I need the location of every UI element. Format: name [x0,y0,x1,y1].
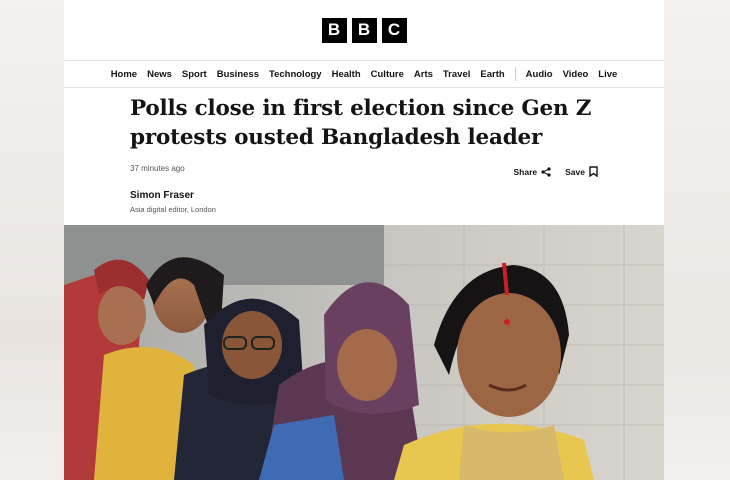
article-meta: 37 minutes ago Share Save [130,164,664,188]
timestamp: 37 minutes ago [130,164,185,173]
nav-audio[interactable]: Audio [526,69,553,80]
article-actions: Share Save [514,166,598,177]
nav-news[interactable]: News [147,69,172,80]
article-headline: Polls close in first election since Gen … [130,94,600,152]
nav-culture[interactable]: Culture [371,69,404,80]
save-button[interactable]: Save [565,166,598,177]
article-page: B B C Home News Sport Business Technolog… [64,0,664,480]
nav-earth[interactable]: Earth [480,69,504,80]
nav-technology[interactable]: Technology [269,69,322,80]
nav-divider [514,67,516,81]
nav-video[interactable]: Video [563,69,589,80]
headline-line-1: Polls close in first election since Gen … [130,96,592,121]
left-margin-backdrop [0,0,64,480]
bookmark-icon [589,166,598,177]
author-role: Asia digital editor, London [130,205,216,214]
nav-health[interactable]: Health [332,69,361,80]
main-navigation: Home News Sport Business Technology Heal… [64,60,664,88]
masthead: B B C [64,0,664,60]
nav-sport[interactable]: Sport [182,69,207,80]
article-header: Polls close in first election since Gen … [64,94,664,214]
share-label: Share [513,166,538,177]
logo-letter-c: C [381,17,407,43]
share-icon [541,166,551,177]
nav-arts[interactable]: Arts [414,69,433,80]
logo-letter-b1: B [321,17,347,43]
share-button[interactable]: Share [514,166,552,177]
right-margin-backdrop [664,0,730,480]
hero-photo [64,225,664,480]
headline-line-2: protests ousted Bangladesh leader [130,125,543,150]
save-label: Save [565,166,585,177]
nav-home[interactable]: Home [111,69,137,80]
nav-business[interactable]: Business [217,69,259,80]
photo-illustration [64,225,664,480]
nav-live[interactable]: Live [598,69,617,80]
author-name[interactable]: Simon Fraser [130,190,664,201]
logo-letter-b2: B [351,17,377,43]
nav-travel[interactable]: Travel [443,69,470,80]
byline: Simon Fraser Asia digital editor, London [130,190,664,214]
bbc-logo[interactable]: B B C [321,17,407,43]
